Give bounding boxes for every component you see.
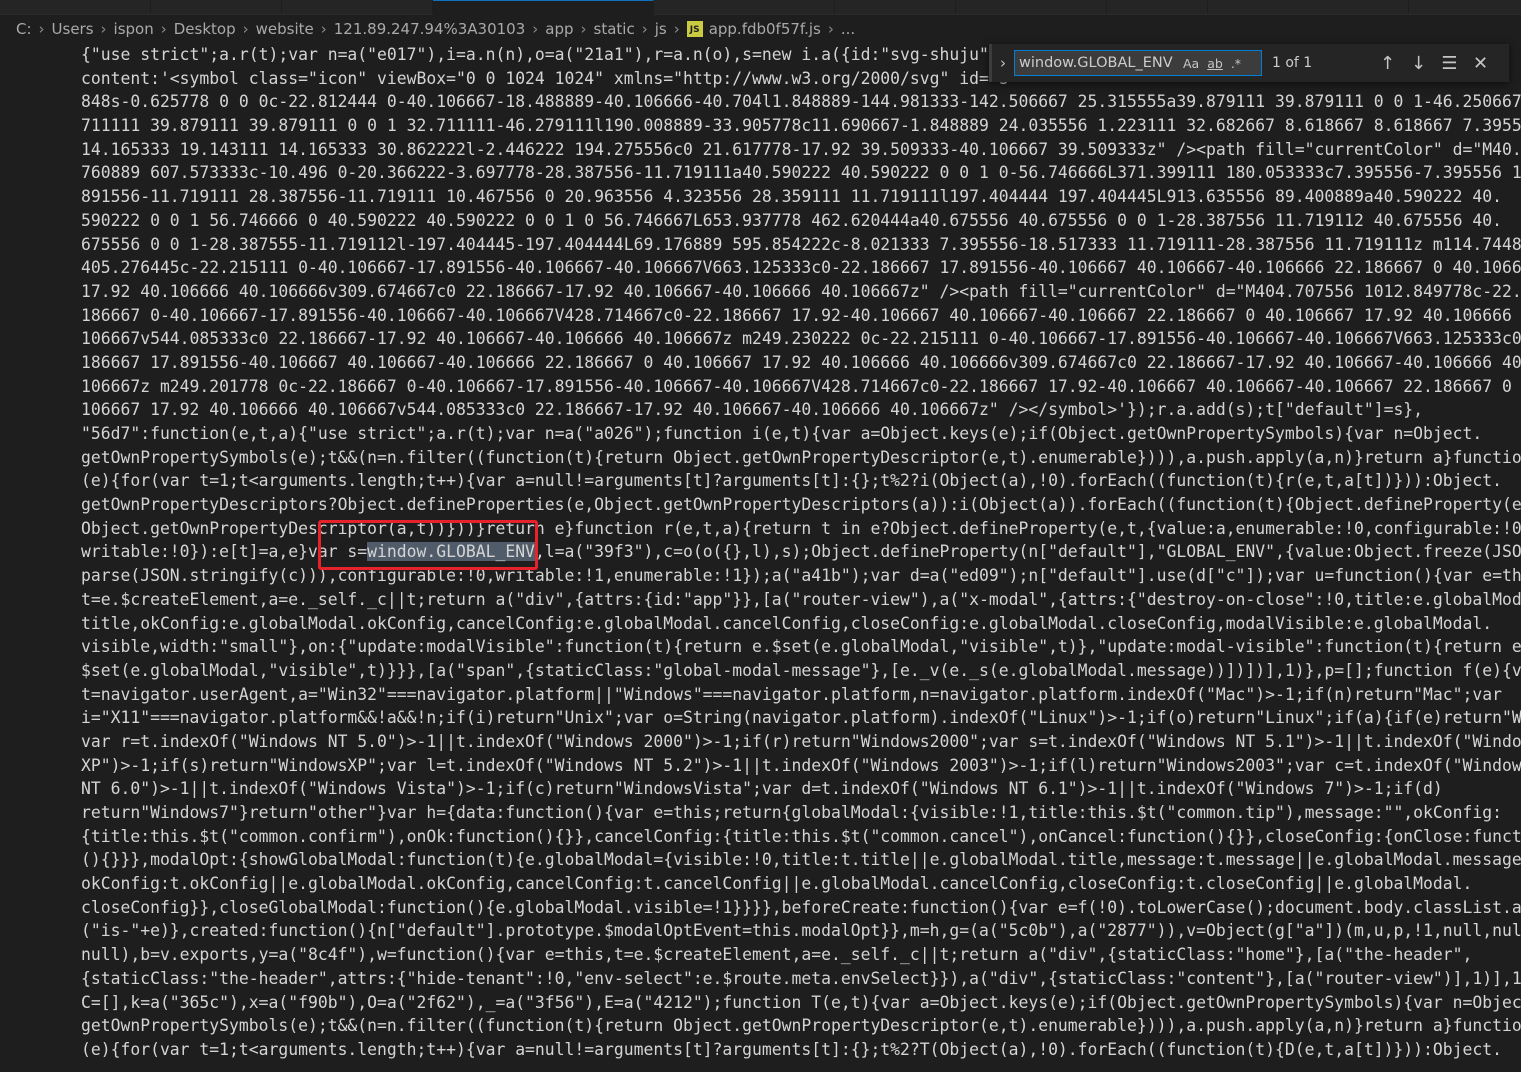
editor-tab-active[interactable] xyxy=(433,0,654,15)
regex-icon[interactable]: .* xyxy=(1231,56,1241,71)
code-line[interactable]: (e){for(var t=1;t<arguments.length;t++){… xyxy=(81,469,1521,493)
breadcrumb-app[interactable]: app xyxy=(545,20,573,38)
code-line[interactable]: NT 6.0")>-1||t.indexOf("Windows Vista")>… xyxy=(81,777,1521,801)
editor-tab[interactable] xyxy=(1107,0,1208,14)
breadcrumb: C: › Users › ispon › Desktop › website ›… xyxy=(0,15,1521,43)
code-content[interactable]: {"use strict";a.r(t);var n=a("e017"),i=a… xyxy=(81,43,1521,1062)
code-line[interactable]: var r=t.indexOf("Windows NT 5.0")>-1||t.… xyxy=(81,730,1521,754)
close-icon[interactable]: ✕ xyxy=(1465,53,1496,74)
chevron-right-icon: › xyxy=(100,20,107,38)
chevron-right-icon: › xyxy=(827,20,834,38)
find-result-count: 1 of 1 xyxy=(1272,55,1313,71)
breadcrumb-drive[interactable]: C: xyxy=(16,20,32,38)
code-line[interactable]: getOwnPropertyDescriptors?Object.defineP… xyxy=(81,493,1521,517)
code-line[interactable]: 17.92 40.106666 40.106666v309.674667c0 2… xyxy=(81,280,1521,304)
code-line[interactable]: getOwnPropertySymbols(e);t&&(n=n.filter(… xyxy=(81,446,1521,470)
chevron-right-icon: › xyxy=(580,20,587,38)
editor-tab[interactable] xyxy=(956,0,1107,14)
editor-tab[interactable] xyxy=(654,0,835,14)
code-line[interactable]: {title:this.$t("common.confirm"),onOk:fu… xyxy=(81,825,1521,849)
code-line[interactable]: C=[],k=a("365c"),x=a("f90b"),O=a("2f62")… xyxy=(81,991,1521,1015)
code-line[interactable]: 405.276445c-22.215111 0-40.106667-17.891… xyxy=(81,256,1521,280)
find-in-selection-icon[interactable]: ☰ xyxy=(1434,53,1465,74)
code-line[interactable]: i="X11"===navigator.platform&&!a&&!n;if(… xyxy=(81,706,1521,730)
code-line[interactable]: 891556-11.719111 28.387556-11.719111 10.… xyxy=(81,185,1521,209)
breadcrumb-file[interactable]: app.fdb0f57f.js xyxy=(709,20,821,38)
code-line[interactable]: "56d7":function(e,t,a){"use strict";a.r(… xyxy=(81,422,1521,446)
js-file-icon: JS xyxy=(686,21,703,37)
whole-word-icon[interactable]: ab xyxy=(1207,56,1223,71)
code-line[interactable]: visible,width:"small"},on:{"update:modal… xyxy=(81,635,1521,659)
code-line[interactable]: t=e.$createElement,a=e._self._c||t;retur… xyxy=(81,588,1521,612)
code-line[interactable]: return"Windows7"}return"other"}var h={da… xyxy=(81,801,1521,825)
code-line[interactable]: (e){for(var t=1;t<arguments.length;t++){… xyxy=(81,1038,1521,1062)
toggle-replace-icon[interactable]: › xyxy=(992,44,1014,82)
editor-tab[interactable] xyxy=(151,0,282,14)
code-line[interactable]: 106667z m249.201778 0c-22.186667 0-40.10… xyxy=(81,375,1521,399)
next-match-icon[interactable]: ↓ xyxy=(1403,53,1434,74)
code-line[interactable]: 760889 607.573333c-10.496 0-20.366222-3.… xyxy=(81,161,1521,185)
code-line[interactable]: ("is-"+e)},created:function(){n["default… xyxy=(81,919,1521,943)
chevron-right-icon: › xyxy=(641,20,648,38)
code-line[interactable]: 186667 17.891556-40.106667 40.106667-40.… xyxy=(81,351,1521,375)
breadcrumb-host[interactable]: 121.89.247.94%3A30103 xyxy=(334,20,526,38)
breadcrumb-user[interactable]: ispon xyxy=(114,20,154,38)
code-editor[interactable]: {"use strict";a.r(t);var n=a("e017"),i=a… xyxy=(0,43,1521,1072)
code-line[interactable]: {staticClass:"the-header",attrs:{"hide-t… xyxy=(81,967,1521,991)
code-line[interactable]: XP")>-1;if(s)return"WindowsXP";var l=t.i… xyxy=(81,754,1521,778)
code-line[interactable]: 106667v544.085333c0 22.186667-17.92 40.1… xyxy=(81,327,1521,351)
code-line[interactable]: null),b=v.exports,y=a("8c4f"),w=function… xyxy=(81,943,1521,967)
chevron-right-icon: › xyxy=(673,20,680,38)
find-widget: › Aa ab .* 1 of 1 ↑ ↓ ☰ ✕ xyxy=(989,44,1509,82)
code-line[interactable]: 106667 17.92 40.106666 40.106667v544.085… xyxy=(81,398,1521,422)
code-line[interactable]: Object.getOwnPropertyDescriptor(a,t))}))… xyxy=(81,517,1521,541)
breadcrumb-users[interactable]: Users xyxy=(52,20,94,38)
editor-tab[interactable] xyxy=(0,0,151,14)
breadcrumb-js[interactable]: js xyxy=(655,20,667,38)
code-line[interactable]: title,okConfig:e.globalModal.okConfig,ca… xyxy=(81,612,1521,636)
chevron-right-icon: › xyxy=(320,20,327,38)
code-line[interactable]: t=navigator.userAgent,a="Win32"===naviga… xyxy=(81,683,1521,707)
code-line[interactable]: $set(e.globalModal,"visible",t)}}},[a("s… xyxy=(81,659,1521,683)
find-input[interactable] xyxy=(1019,52,1175,74)
breadcrumb-static[interactable]: static xyxy=(594,20,635,38)
code-line[interactable]: 848s-0.625778 0 0 0c-22.812444 0-40.1066… xyxy=(81,90,1521,114)
find-input-box: Aa ab .* xyxy=(1014,50,1262,76)
breadcrumb-website[interactable]: website xyxy=(256,20,314,38)
editor-tab[interactable] xyxy=(282,0,433,14)
code-line[interactable]: 186667 0-40.106667-17.891556-40.106667-4… xyxy=(81,304,1521,328)
match-case-icon[interactable]: Aa xyxy=(1183,56,1199,71)
code-line[interactable]: okConfig:t.okConfig||e.globalModal.okCon… xyxy=(81,872,1521,896)
breadcrumb-desktop[interactable]: Desktop xyxy=(174,20,236,38)
find-match-highlight: window.GLOBAL_ENV xyxy=(367,542,535,562)
editor-tab[interactable] xyxy=(1208,0,1409,14)
chevron-right-icon: › xyxy=(532,20,539,38)
code-line[interactable]: writable:!0}):e[t]=a,e}var s=window.GLOB… xyxy=(81,540,1521,564)
breadcrumb-symbol[interactable]: ... xyxy=(841,20,855,38)
code-line[interactable]: 590222 0 0 1 56.746666 0 40.590222 40.59… xyxy=(81,209,1521,233)
code-line[interactable]: parse(JSON.stringify(c))),configurable:!… xyxy=(81,564,1521,588)
chevron-right-icon: › xyxy=(242,20,249,38)
code-line[interactable]: 14.165333 19.143111 14.165333 30.862222l… xyxy=(81,138,1521,162)
code-line[interactable]: 711111 39.879111 39.879111 0 0 1 32.7111… xyxy=(81,114,1521,138)
code-line[interactable]: closeConfig}},closeGlobalModal:function(… xyxy=(81,896,1521,920)
code-line[interactable]: getOwnPropertySymbols(e);t&&(n=n.filter(… xyxy=(81,1014,1521,1038)
editor-tab[interactable] xyxy=(835,0,956,14)
previous-match-icon[interactable]: ↑ xyxy=(1372,53,1403,74)
editor-tab-bar xyxy=(0,0,1521,15)
chevron-right-icon: › xyxy=(38,20,45,38)
chevron-right-icon: › xyxy=(160,20,167,38)
code-line[interactable]: (){}}},modalOpt:{showGlobalModal:functio… xyxy=(81,848,1521,872)
code-line[interactable]: 675556 0 0 1-28.387555-11.719112l-197.40… xyxy=(81,233,1521,257)
